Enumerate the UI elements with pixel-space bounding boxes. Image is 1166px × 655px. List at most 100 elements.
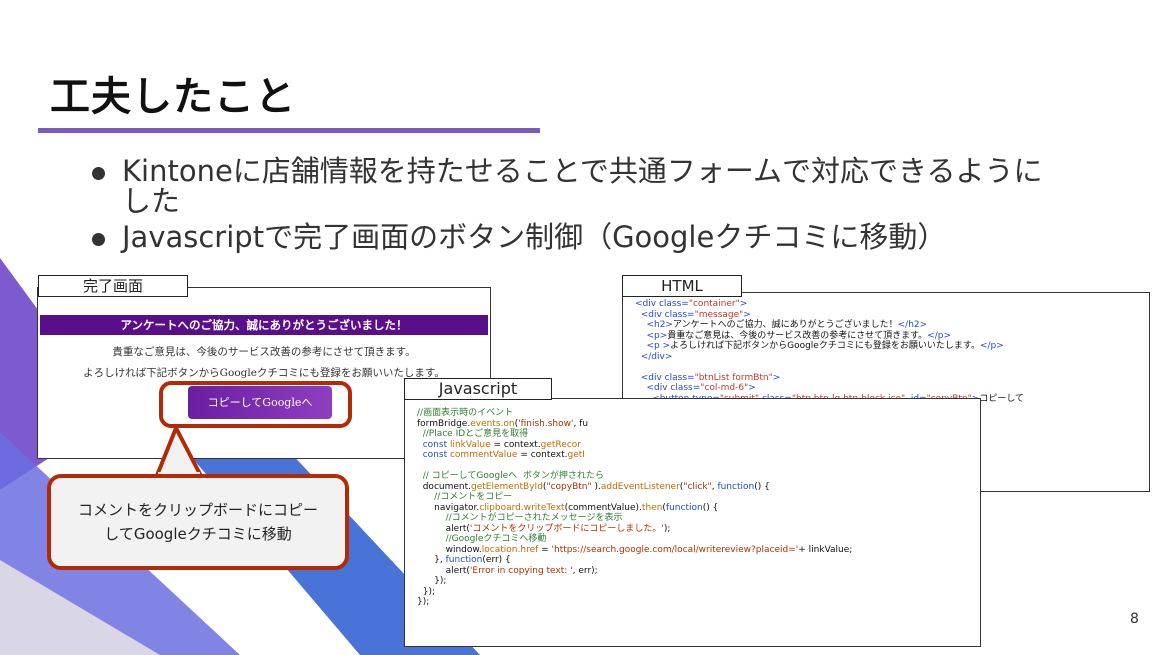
code-token: (commentValue). <box>564 502 642 513</box>
javascript-code-line: //コメントをコピー <box>417 492 980 503</box>
javascript-code-line: // コピーしてGoogleへ ボタンが押されたら <box>417 471 980 482</box>
bullet-text: Kintoneに店舗情報を持たせることで共通フォームで対応できるようにした <box>122 154 1043 218</box>
code-token: <p> <box>635 330 668 341</box>
code-token: }, <box>417 555 446 565</box>
javascript-code-line: alert('Error in copying text: ', err); <box>417 566 980 577</box>
title-underline <box>38 128 540 133</box>
code-token: <div <box>635 372 665 383</box>
code-token: <div <box>635 383 671 393</box>
callout-box: コメントをクリップボードにコピー してGoogleクチコミに移動 <box>47 474 349 570</box>
code-token: > <box>743 309 751 320</box>
button-highlight-ring <box>159 381 352 428</box>
code-token: const <box>417 439 450 450</box>
code-token: //コメントをコピー <box>417 492 513 502</box>
code-token: linkValue <box>449 439 491 450</box>
code-token: 'https://search.google.com/local/writere… <box>551 544 799 555</box>
code-token: "copyBtn" <box>546 481 592 492</box>
slide-title: 工夫したこと <box>50 74 296 120</box>
javascript-code-line: navigator.clipboard.writeText(commentVal… <box>417 503 980 514</box>
code-token: "col-md-6" <box>700 383 749 393</box>
javascript-code-line: }); <box>417 597 980 608</box>
code-token: navigator. <box>417 502 480 513</box>
code-token: "message" <box>694 309 744 320</box>
code-token: アンケートへのご協力、誠にありがとうございました！ <box>672 320 898 330</box>
code-token: , fu <box>573 418 589 429</box>
code-token: ); <box>663 523 671 534</box>
html-code-line: <p >よろしければ下記ボタンからGoogleクチコミにも登録をお願いいたします… <box>635 341 1149 352</box>
code-token: <div <box>635 299 659 309</box>
code-token: events.on <box>470 418 515 429</box>
code-token: </p> <box>927 330 951 341</box>
code-token: <div <box>635 309 665 320</box>
code-token: </div> <box>635 351 673 362</box>
bullet-dot <box>92 233 105 246</box>
code-token: <p > <box>635 341 671 351</box>
code-token: > <box>772 372 781 383</box>
code-token: addEventListener <box>600 481 680 492</box>
code-token: = context. <box>517 450 568 460</box>
html-code-line: </div> <box>635 352 1149 363</box>
code-token: //コメントがコピーされたメッセージを表示 <box>417 513 623 523</box>
code-token: formBridge. <box>417 418 471 429</box>
code-token: class= <box>664 372 695 383</box>
html-code-line: <h2>アンケートへのご協力、誠にありがとうございました！</h2> <box>635 320 1149 331</box>
html-code-line: <div class="message"> <box>635 310 1149 321</box>
bullet-item: Kintoneに店舗情報を持たせることで共通フォームで対応できるようにした <box>92 156 1052 216</box>
javascript-code-line: //Place IDとご意見を取得 <box>417 429 980 440</box>
code-token: alert( <box>417 523 470 534</box>
bullet-text: Javascriptで完了画面のボタン制御（Googleクチコミに移動） <box>122 220 947 254</box>
code-token: function <box>445 555 483 565</box>
code-token: window. <box>417 544 482 555</box>
javascript-code-line: window.location.href = 'https://search.g… <box>417 545 980 556</box>
code-token: = context. <box>490 439 541 450</box>
code-token: }); <box>417 597 430 607</box>
html-code-line <box>635 362 1149 373</box>
code-token: "click" <box>683 481 712 492</box>
callout-pointer <box>154 426 204 484</box>
javascript-code-line: document.getElementById("copyBtn" ).addE… <box>417 482 980 493</box>
completion-header: アンケートへのご協力、誠にありがとうございました！ <box>40 315 488 335</box>
code-token: > <box>748 383 756 393</box>
code-token: const <box>417 450 450 460</box>
javascript-code-lines: //画面表示時のイベント formBridge.events.on('finish… <box>417 408 980 608</box>
code-token: class= <box>658 299 689 309</box>
code-token: () { <box>754 481 770 492</box>
code-token: <h2> <box>635 320 673 330</box>
javascript-code-line: formBridge.events.on('finish.show', fu <box>417 419 980 430</box>
code-token: "container" <box>688 299 740 309</box>
html-code-line: <div class="container"> <box>635 299 1149 310</box>
code-token: }); <box>417 586 435 597</box>
completion-screen-tag: 完了画面 <box>38 275 188 297</box>
code-token: }); <box>417 576 447 586</box>
code-token: </p> <box>979 341 1004 351</box>
code-token: //画面表示時のイベント <box>417 408 514 418</box>
code-token: then <box>641 502 663 513</box>
javascript-panel-tag: Javascript <box>404 378 552 400</box>
code-token: getRecor <box>540 439 581 450</box>
code-token: 'Error in copying text: ' <box>469 565 573 576</box>
javascript-code-line: const linkValue = context.getRecor <box>417 440 980 451</box>
code-token: alert( <box>417 565 470 576</box>
code-token: commentValue <box>449 450 518 460</box>
code-token: コピーして <box>979 393 1025 404</box>
code-token: () { <box>702 502 719 513</box>
bullet-item: Javascriptで完了画面のボタン制御（Googleクチコミに移動） <box>92 222 1052 252</box>
code-token: class= <box>670 383 701 393</box>
code-token: </h2> <box>897 320 928 330</box>
html-code-line: <p>貴重なご意見は、今後のサービス改善の参考にさせて頂きます。</p> <box>635 331 1149 342</box>
callout-line-2: してGoogleクチコミに移動 <box>104 525 292 543</box>
javascript-code-line: const commentValue = context.getI <box>417 450 980 461</box>
code-token: 'finish.show' <box>518 418 574 429</box>
javascript-code-line: alert('コメントをクリップボードにコピーしました。'); <box>417 524 980 535</box>
code-token: location.href <box>481 544 539 555</box>
code-token: getElementById <box>471 481 543 492</box>
code-token: //Googleクチコミへ移動 <box>417 534 547 544</box>
javascript-code-line: //画面表示時のイベント <box>417 408 980 419</box>
bullet-dot <box>92 167 105 180</box>
javascript-code-panel: //画面表示時のイベント formBridge.events.on('finish… <box>404 398 981 647</box>
javascript-code-line: }); <box>417 587 980 598</box>
javascript-code-line <box>417 461 980 472</box>
code-token: 'コメントをクリップボードにコピーしました。' <box>469 523 664 534</box>
html-code-line: <div class="btnList formBtn"> <box>635 373 1149 384</box>
code-token: (err) { <box>482 555 511 565</box>
